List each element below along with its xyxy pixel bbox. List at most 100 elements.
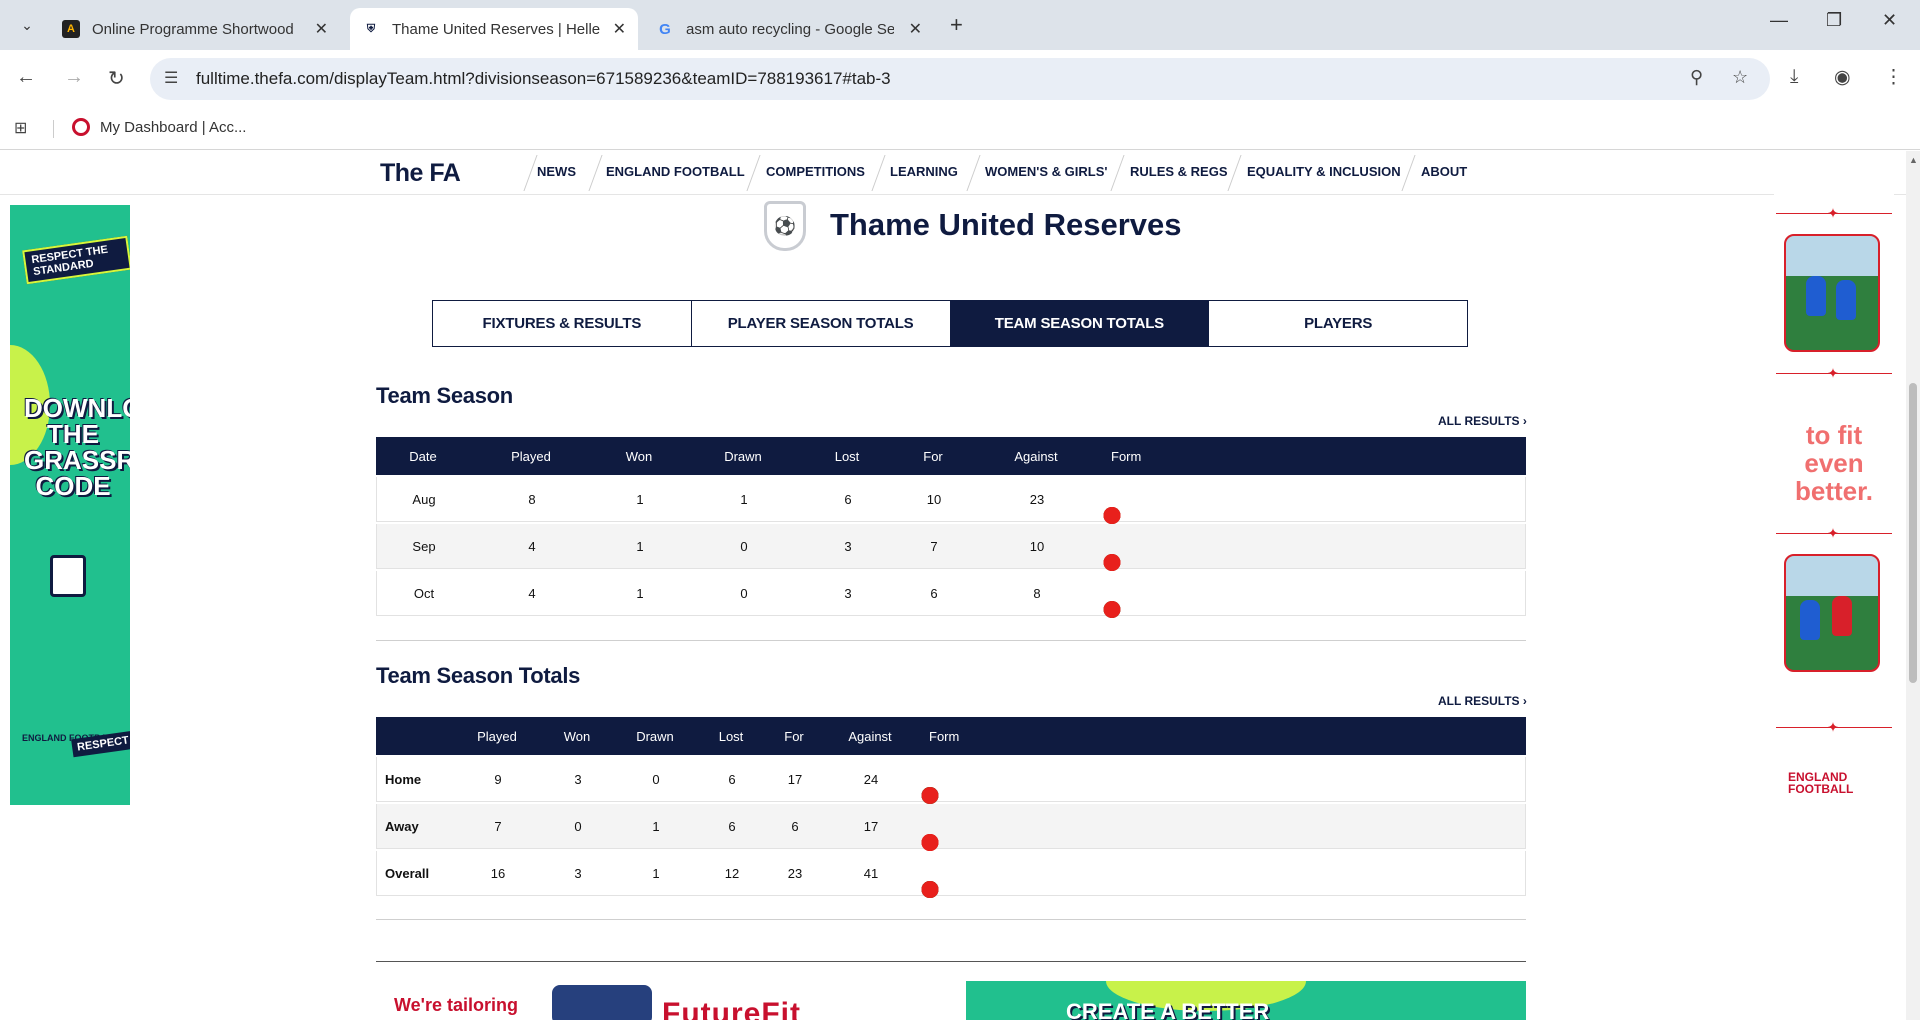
all-results-label: ALL RESULTS: [1438, 694, 1520, 708]
cell-label: Overall: [385, 866, 430, 881]
nav-womens-girls[interactable]: WOMEN'S & GIRLS': [985, 164, 1107, 179]
cell-for: 6: [791, 819, 799, 834]
table-row: Oct 4 1 0 3 6 8: [376, 571, 1526, 618]
create-better-banner[interactable]: CREATE A BETTER: [966, 981, 1526, 1020]
close-tab-icon[interactable]: ✕: [909, 19, 922, 39]
table-row: Away 7 0 1 6 6 17: [376, 804, 1526, 851]
team-season-totals-heading: Team Season Totals: [376, 663, 581, 688]
opera-icon: [72, 118, 90, 136]
address-bar[interactable]: ☰ fulltime.thefa.com/displayTeam.html?di…: [150, 58, 1770, 100]
cell-won: 3: [574, 866, 582, 881]
right-advert[interactable]: ✦ ✦ to fit even better. ✦ ✦ ENGLAND FOOT…: [1774, 181, 1894, 806]
new-tab-plus-icon[interactable]: +: [950, 12, 963, 38]
close-tab-icon[interactable]: ✕: [613, 19, 626, 39]
cell-played: 4: [528, 586, 536, 601]
cell-won: 1: [636, 492, 644, 507]
form-loss-dot[interactable]: [1103, 601, 1121, 618]
star-icon: ✦: [1827, 365, 1839, 381]
site-info-icon[interactable]: ☰: [164, 68, 178, 88]
col-played: Played: [511, 449, 551, 464]
browser-tab-2-active[interactable]: ⛨ Thame United Reserves | Hellenic ✕: [350, 8, 638, 50]
tab-title: asm auto recycling - Google Search: [686, 20, 894, 38]
browser-tab-3[interactable]: G asm auto recycling - Google Search ✕: [644, 8, 934, 50]
reload-icon[interactable]: ↻: [108, 66, 125, 91]
player-figure: [1800, 600, 1820, 640]
close-window-icon[interactable]: ✕: [1882, 10, 1897, 31]
table-header: Date Played Won Drawn Lost For Against F…: [376, 437, 1526, 475]
web-page: The FA NEWS ENGLAND FOOTBALL COMPETITION…: [0, 151, 1906, 1020]
team-tabs: FIXTURES & RESULTS PLAYER SEASON TOTALS …: [432, 300, 1468, 347]
tab-player-season-totals[interactable]: PLAYER SEASON TOTALS: [692, 301, 951, 346]
fa-crest-favicon-icon: ⛨: [366, 22, 376, 35]
kids-football-photo: [1784, 234, 1880, 352]
table-header: Played Won Drawn Lost For Against Form: [376, 717, 1526, 755]
nav-england-football[interactable]: ENGLAND FOOTBALL: [606, 164, 745, 179]
col-form: Form: [929, 729, 960, 744]
banner-photo: [552, 985, 652, 1020]
star-icon: ✦: [1827, 205, 1839, 221]
url-text[interactable]: fulltime.thefa.com/displayTeam.html?divi…: [196, 69, 891, 89]
nav-rules-regs[interactable]: RULES & REGS: [1130, 164, 1228, 179]
close-tab-icon[interactable]: ✕: [315, 19, 328, 39]
table-row: Home 9 3 0 6 17 24: [376, 757, 1526, 804]
bookmark-star-icon[interactable]: ☆: [1732, 67, 1748, 88]
tab-search-chevron-icon[interactable]: ⌄: [14, 12, 40, 38]
profile-icon[interactable]: ◉: [1834, 66, 1851, 89]
bookmark-my-dashboard[interactable]: My Dashboard | Acc...: [72, 118, 246, 136]
nav-competitions[interactable]: COMPETITIONS: [766, 164, 865, 179]
col-against: Against: [848, 729, 892, 744]
table-row: Aug 8 1 1 6 10 23: [376, 477, 1526, 524]
form-loss-dot[interactable]: [921, 881, 939, 898]
divider: [376, 961, 1526, 962]
col-form: Form: [1111, 449, 1142, 464]
nav-news[interactable]: NEWS: [537, 164, 576, 179]
cell-lost: 6: [728, 819, 736, 834]
nav-about[interactable]: ABOUT: [1421, 164, 1467, 179]
col-against: Against: [1014, 449, 1058, 464]
form-loss-dot[interactable]: [1103, 507, 1121, 524]
cell-label: Away: [385, 819, 419, 834]
divider: [376, 640, 1526, 641]
left-advert[interactable]: RESPECT THE STANDARD DOWNLOAD THE GRASSR…: [10, 205, 130, 805]
the-fa-logo[interactable]: The FA: [380, 159, 461, 188]
all-results-link[interactable]: ALL RESULTS ›: [1438, 694, 1527, 708]
cell-lost: 3: [844, 539, 852, 554]
tab-team-season-totals[interactable]: TEAM SEASON TOTALS: [950, 301, 1210, 346]
col-drawn: Drawn: [636, 729, 674, 744]
all-results-link[interactable]: ALL RESULTS ›: [1438, 414, 1527, 428]
zoom-icon[interactable]: ⚲: [1690, 67, 1703, 88]
download-icon[interactable]: ⤓: [1790, 66, 1798, 88]
restore-icon[interactable]: ❐: [1826, 10, 1842, 31]
apps-grid-icon[interactable]: ⊞: [14, 118, 27, 138]
tab-title: Thame United Reserves | Hellenic: [392, 20, 600, 38]
page-scrollbar[interactable]: ▲: [1906, 151, 1920, 1020]
cell-played: 8: [528, 492, 536, 507]
ad-text: to fit even better.: [1794, 420, 1874, 506]
form-loss-dot[interactable]: [921, 787, 939, 804]
col-for: For: [784, 729, 804, 744]
nav-separator: [1401, 155, 1416, 191]
scrollbar-thumb[interactable]: [1909, 383, 1917, 683]
minimize-icon[interactable]: —: [1770, 10, 1788, 31]
col-won: Won: [625, 449, 653, 464]
col-won: Won: [563, 729, 591, 744]
star-icon: ✦: [1827, 719, 1839, 735]
cell-drawn: 0: [740, 539, 748, 554]
tab-title: Online Programme Shortwood: [92, 20, 294, 38]
nav-equality-inclusion[interactable]: EQUALITY & INCLUSION: [1247, 164, 1401, 179]
browser-tab-1[interactable]: A Online Programme Shortwood ✕: [50, 8, 340, 50]
back-arrow-icon[interactable]: ←: [16, 66, 36, 89]
futurefit-banner[interactable]: We're tailoring FutureFit: [376, 981, 922, 1020]
cell-won: 1: [636, 586, 644, 601]
form-loss-dot[interactable]: [1103, 554, 1121, 571]
scroll-up-arrow-icon[interactable]: ▲: [1909, 155, 1918, 165]
nav-learning[interactable]: LEARNING: [890, 164, 958, 179]
menu-kebab-icon[interactable]: ⋮: [1884, 66, 1903, 89]
tab-players[interactable]: PLAYERS: [1209, 301, 1467, 346]
form-loss-dot[interactable]: [921, 834, 939, 851]
divider: [376, 919, 1526, 920]
cell-for: 10: [926, 492, 942, 507]
forward-arrow-icon[interactable]: →: [64, 66, 84, 89]
cell-drawn: 1: [652, 866, 660, 881]
tab-fixtures-results[interactable]: FIXTURES & RESULTS: [433, 301, 692, 346]
